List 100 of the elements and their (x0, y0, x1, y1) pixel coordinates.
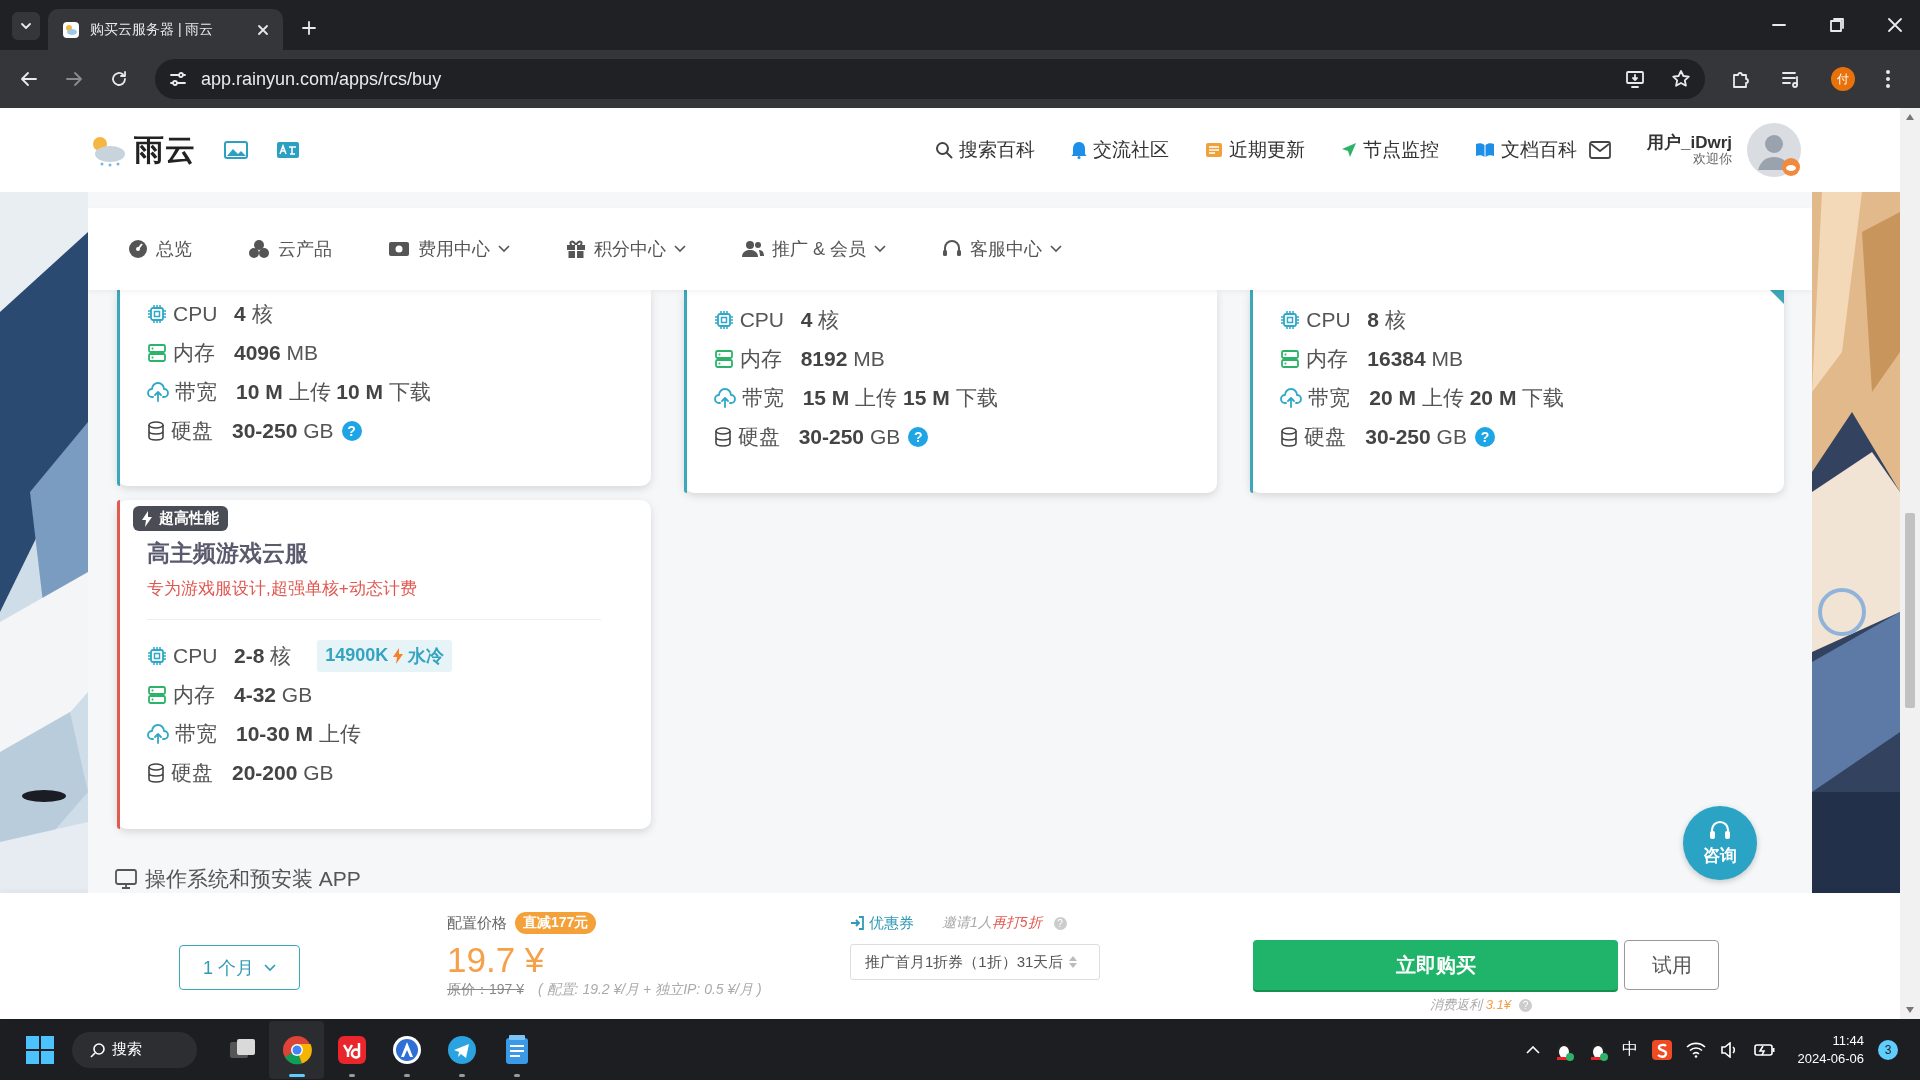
database-icon (147, 420, 165, 441)
lightning-icon (393, 647, 404, 664)
nav-tab[interactable]: 总览 (128, 237, 192, 261)
plan-card[interactable]: CPU 4 核 内存 4096 MB 带宽 10 M 上传 10 M 下载 硬盘 30-250 GB ? (117, 290, 651, 486)
header-link[interactable]: 交流社区 (1070, 137, 1169, 163)
spec-value: 30-250 GB (1365, 424, 1467, 449)
trial-button[interactable]: 试用 (1624, 940, 1719, 990)
rebate-text: 消费返利 3.1¥ (1430, 996, 1511, 1014)
taskbar-search[interactable]: 搜索 (72, 1031, 197, 1068)
spec-value: 2-8 核 (234, 642, 292, 669)
spec-label: 内存 (1306, 345, 1350, 372)
database-icon (713, 426, 732, 447)
cloud-upload-icon (147, 381, 169, 402)
header-link[interactable]: 节点监控 (1340, 137, 1439, 163)
clock[interactable]: 11:44 2024-06-06 (1797, 1031, 1864, 1068)
restore-icon[interactable] (1830, 18, 1844, 32)
user-name[interactable]: 用户_iDwrj (1646, 133, 1732, 153)
install-icon[interactable] (1625, 69, 1645, 89)
server-icon (147, 342, 167, 363)
spec-value: 10-30 M 上传 (236, 720, 361, 747)
start-icon[interactable] (26, 1035, 54, 1064)
image-icon[interactable] (224, 140, 248, 160)
input-method-icon[interactable] (1651, 1039, 1672, 1060)
users-icon (742, 240, 764, 258)
notification-badge[interactable]: 3 (1878, 1039, 1898, 1060)
browser-icon[interactable] (281, 1034, 312, 1065)
search-icon (934, 141, 953, 159)
price-breakdown: ( 配置: 19.2 ¥/月 + 独立IP: 0.5 ¥/月 ) (538, 981, 762, 999)
input-mode-indicator[interactable]: 中 (1621, 1039, 1638, 1060)
back-icon[interactable] (20, 70, 38, 88)
plan-card[interactable]: CPU 4 核 内存 8192 MB 带宽 15 M 上传 15 M 下载 硬盘 30-250 GB ? (683, 290, 1218, 493)
spec-value: 8 核 (1367, 306, 1406, 333)
mail-icon[interactable] (1588, 141, 1611, 159)
browser-tab[interactable]: 购买云服务器 | 雨云 (48, 9, 283, 50)
spec-value: 4 核 (800, 306, 840, 333)
coupon-select[interactable]: 推广首月1折券（1折）31天后 (850, 944, 1100, 980)
media-control-icon[interactable] (1781, 69, 1801, 89)
app-icon[interactable] (336, 1034, 367, 1065)
gauge-icon (128, 239, 148, 259)
greeting-text: 欢迎你 (1693, 152, 1732, 167)
notepad-icon[interactable] (503, 1034, 530, 1065)
plan-title: 高主频游戏云服 (147, 538, 308, 568)
spec-label: 内存 (173, 339, 216, 366)
avatar-icon[interactable] (1746, 122, 1802, 178)
paper-plane-icon[interactable] (446, 1034, 477, 1065)
scroll-up-icon[interactable] (1906, 114, 1914, 120)
new-tab-icon[interactable] (301, 20, 317, 36)
reload-icon[interactable] (110, 70, 128, 88)
server-icon (1280, 348, 1301, 369)
header-link[interactable]: 文档百科 (1474, 137, 1577, 163)
tag-text: 14900K (325, 645, 389, 666)
extensions-icon[interactable] (1731, 69, 1751, 89)
plan-subtitle: 专为游戏服设计,超强单核+动态计费 (147, 578, 418, 600)
nav-tab[interactable]: 客服中心 (942, 237, 1062, 261)
spec-value: 15 M 上传 15 M 下载 (802, 384, 998, 411)
spec-label: CPU (739, 307, 785, 332)
clock-time: 11:44 (1832, 1031, 1864, 1050)
spec-label: 带宽 (175, 378, 218, 405)
site-settings-icon[interactable] (169, 70, 187, 88)
headset-icon (1708, 819, 1732, 842)
newspaper-icon (1204, 142, 1223, 158)
address-bar[interactable]: app.rainyun.com/apps/rcs/buy (155, 59, 1705, 99)
spec-label: 硬盘 (737, 423, 781, 450)
scroll-down-icon[interactable] (1906, 1007, 1914, 1013)
spec-label: 硬盘 (171, 417, 214, 444)
favicon-icon (62, 20, 80, 39)
nav-tab[interactable]: 费用中心 (388, 237, 510, 261)
spec-value: 4096 MB (234, 340, 319, 365)
spec-label: 硬盘 (171, 759, 214, 786)
nav-tab[interactable]: 积分中心 (566, 237, 686, 261)
spec-label: 硬盘 (1304, 423, 1348, 450)
forward-icon[interactable] (65, 70, 83, 88)
menu-icon[interactable] (1885, 69, 1891, 89)
chip-icon (147, 303, 167, 324)
nav-tab[interactable]: 云产品 (248, 237, 332, 261)
header-link[interactable]: 搜索百科 (934, 137, 1035, 163)
app-icon[interactable] (391, 1034, 422, 1065)
close-icon[interactable] (1888, 18, 1902, 32)
header-link[interactable]: 近期更新 (1204, 137, 1305, 163)
scrollbar-thumb[interactable] (1905, 513, 1915, 708)
spec-label: 带宽 (1308, 384, 1352, 411)
lightning-icon (142, 510, 152, 527)
bookmark-star-icon[interactable] (1671, 69, 1691, 89)
chip-icon (1280, 309, 1301, 330)
spec-label: 内存 (173, 681, 216, 708)
spec-value: 4 核 (234, 300, 273, 327)
wifi-icon[interactable] (1685, 1041, 1706, 1058)
discount-badge: 直减177元 (515, 912, 597, 934)
close-icon[interactable] (257, 23, 269, 36)
tag-text: 水冷 (408, 644, 445, 668)
plan-card[interactable]: 超高性能 高主频游戏云服 专为游戏服设计,超强单核+动态计费 CPU 2-8 核 14900K 水冷 内存 4-32 GB 带宽 10-30 M 上传 硬盘 20-200 GB (117, 500, 651, 829)
gift-icon (566, 239, 586, 259)
spec-label: CPU (173, 643, 219, 668)
tab-search-icon[interactable] (12, 12, 40, 40)
translate-icon[interactable] (276, 140, 300, 160)
chevron-up-icon[interactable] (1525, 1045, 1540, 1054)
plan-card[interactable]: CPU 8 核 内存 16384 MB 带宽 20 M 上传 20 M 下载 硬盘 30-250 GB ? (1250, 290, 1784, 493)
battery-icon[interactable] (1753, 1041, 1776, 1058)
nav-tab[interactable]: 推广 & 会员 (742, 237, 886, 261)
invite-hint: 邀请1人再打5折 (942, 914, 1042, 932)
